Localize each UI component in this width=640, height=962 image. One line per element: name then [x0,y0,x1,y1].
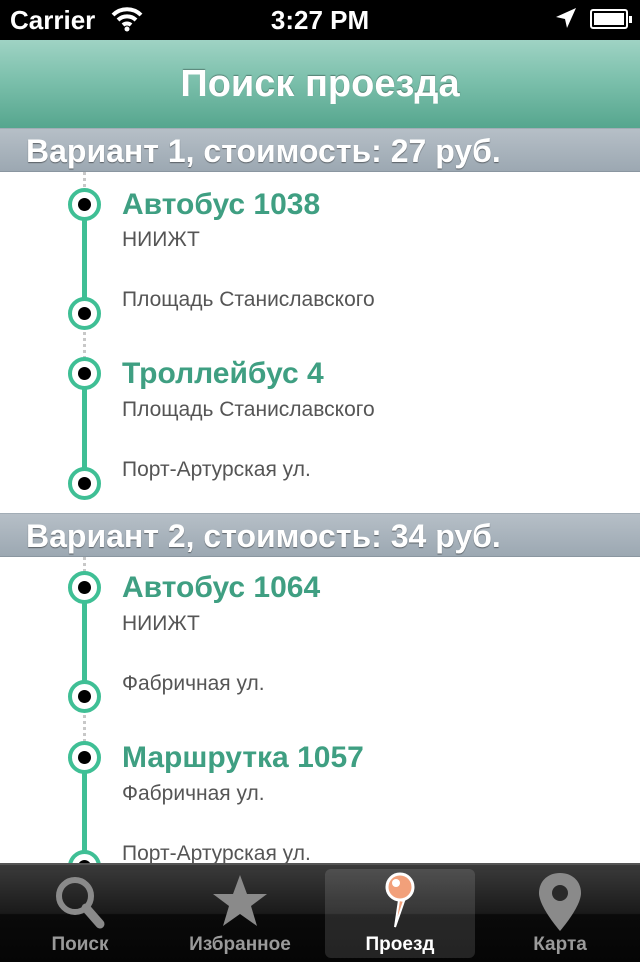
tab-search[interactable]: Поиск [5,869,155,958]
stop-marker [68,357,101,390]
arrival-stop: Фабричная ул. [122,672,265,695]
route-title[interactable]: Маршрутка 1057 [122,741,364,775]
departure-stop: Фабричная ул. [122,782,265,805]
route-title[interactable]: Автобус 1064 [122,571,320,605]
section-header-option-1: Вариант 1, стоимость: 27 руб. [0,128,640,172]
departure-stop: НИИЖТ [122,612,200,635]
stop-marker [68,467,101,500]
location-arrow-icon [554,6,578,37]
arrival-stop: Площадь Станиславского [122,288,375,311]
tab-label: Поиск [51,934,109,955]
section-header-option-2: Вариант 2, стоимость: 34 руб. [0,513,640,557]
nav-bar: Поиск проезда [0,40,640,129]
stop-marker [68,741,101,774]
arrival-stop: Порт-Артурская ул. [122,458,311,481]
map-pin-icon [539,873,581,931]
stop-marker [68,571,101,604]
tab-label: Проезд [365,934,435,955]
tab-bar: Поиск Избранное Проезд Карта [0,863,640,962]
stop-marker [68,188,101,221]
star-icon [213,875,267,926]
departure-stop: Площадь Станиславского [122,398,375,421]
route-title[interactable]: Автобус 1038 [122,188,320,222]
stop-marker [68,297,101,330]
page-title: Поиск проезда [180,63,460,105]
clock: 3:27 PM [270,5,370,35]
search-icon [56,877,105,929]
arrival-stop: Порт-Артурская ул. [122,842,311,863]
tab-map[interactable]: Карта [485,869,635,958]
route-title[interactable]: Троллейбус 4 [122,357,324,391]
battery-icon [590,9,632,29]
status-bar: Carrier 3:27 PM [0,0,640,40]
stop-marker [68,680,101,713]
tab-label: Карта [533,934,587,955]
pin-icon [385,872,415,928]
stop-marker [68,850,101,863]
tab-label: Избранное [189,934,291,955]
departure-stop: НИИЖТ [122,228,200,251]
tab-favorites[interactable]: Избранное [165,869,315,958]
route-options-list[interactable]: Вариант 1, стоимость: 27 руб. Автобус 10… [0,128,640,863]
tab-trip[interactable]: Проезд [325,869,475,958]
